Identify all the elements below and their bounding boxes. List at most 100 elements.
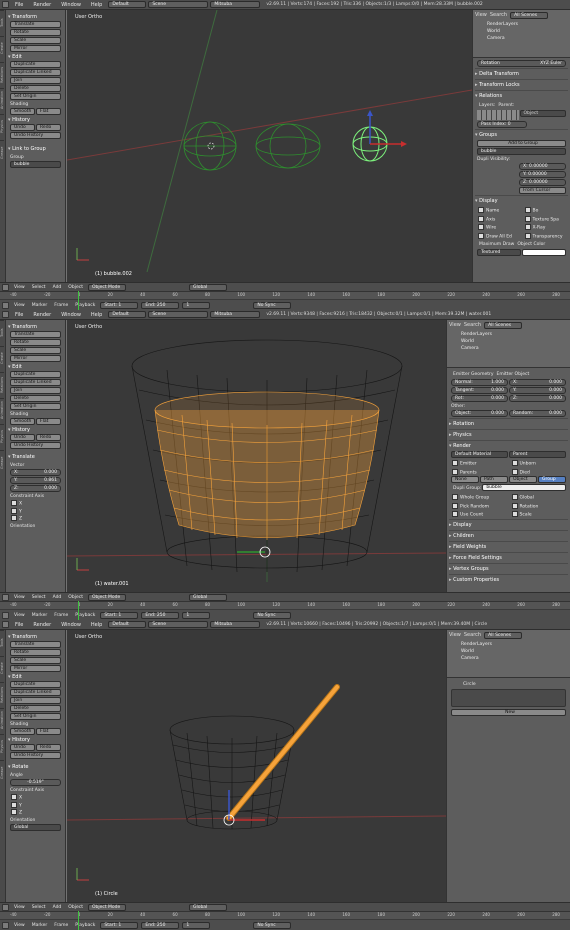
display-texture-space-check[interactable]: Texture Spa — [525, 216, 566, 222]
editor-type-icon[interactable] — [2, 593, 9, 601]
timeline-editor-icon[interactable] — [2, 921, 9, 929]
flat-button[interactable]: Flat — [36, 108, 61, 115]
tl-frame-menu[interactable]: Frame — [52, 923, 70, 928]
link-to-group-panel[interactable]: Link to Group — [8, 145, 63, 153]
outliner-filter[interactable]: All Scenes — [484, 322, 523, 329]
constraint-z-check[interactable]: Z — [11, 809, 60, 816]
constraint-z-check[interactable]: Z — [11, 515, 60, 522]
sync-select[interactable]: No Sync — [253, 611, 292, 619]
end-frame[interactable]: End: 250 — [141, 611, 180, 619]
scale-button[interactable]: Scale — [10, 347, 61, 354]
edit-panel[interactable]: Edit — [8, 363, 63, 371]
delete-button[interactable]: Delete — [10, 705, 61, 712]
duplicate-linked-button[interactable]: Duplicate Linked — [10, 689, 61, 696]
object-menu[interactable]: Object — [66, 595, 85, 600]
tl-frame-menu[interactable]: Frame — [52, 303, 70, 308]
pick-random-check[interactable]: Pick Random — [452, 503, 506, 509]
history-panel[interactable]: History — [8, 116, 63, 124]
vector-x[interactable]: X: 0.000 — [10, 469, 61, 476]
menu-file[interactable]: File — [11, 312, 27, 318]
layer-grid[interactable] — [477, 110, 519, 120]
tl-playback-menu[interactable]: Playback — [73, 923, 97, 928]
timeline-ruler[interactable]: -40 -20 0 20 40 60 80 100 120 140 160 180 200 220 240 2… — [0, 912, 570, 920]
frame-cursor[interactable] — [78, 601, 79, 620]
layout-select[interactable]: Default — [108, 311, 147, 318]
dupli-group-select[interactable]: bubble — [482, 484, 566, 491]
object-color-swatch[interactable] — [522, 249, 566, 256]
vector-z[interactable]: Z: 0.000 — [10, 485, 61, 492]
use-count-check[interactable]: Use Count — [452, 511, 506, 518]
menu-window[interactable]: Window — [57, 2, 85, 8]
render-panel[interactable]: Render — [449, 440, 568, 451]
timeline-editor-icon[interactable] — [2, 301, 9, 309]
duplicate-linked-button[interactable]: Duplicate Linked — [10, 69, 61, 76]
tl-view-menu[interactable]: View — [12, 303, 27, 308]
scale-button[interactable]: Scale — [10, 657, 61, 664]
unborn-check[interactable]: Unborn — [512, 460, 566, 467]
render-none-button[interactable]: None — [451, 476, 479, 483]
scale-button[interactable]: Scale — [10, 37, 61, 44]
add-menu[interactable]: Add — [51, 595, 64, 600]
view-menu[interactable]: View — [12, 285, 27, 290]
add-menu[interactable]: Add — [51, 905, 64, 910]
rotate-button[interactable]: Rotate — [10, 29, 61, 36]
global-check[interactable]: Global — [512, 494, 566, 501]
end-frame[interactable]: End: 250 — [141, 301, 180, 309]
mode-select[interactable]: Object Mode — [87, 593, 126, 601]
blender-icon[interactable] — [2, 1, 9, 8]
translate-operator-panel[interactable]: Translate — [8, 453, 63, 461]
outliner-search-menu[interactable]: Search — [464, 322, 481, 329]
tl-marker-menu[interactable]: Marker — [30, 303, 50, 308]
display-name-check[interactable]: Name — [478, 207, 519, 214]
rot-field[interactable]: Rot: 0.000 — [451, 395, 508, 402]
transform-locks-panel[interactable]: Transform Locks — [475, 79, 568, 90]
emitter-y[interactable]: Y: 0.000 — [509, 387, 566, 394]
mirror-button[interactable]: Mirror — [10, 45, 61, 52]
engine-select[interactable]: Mitsuba — [210, 311, 261, 318]
start-frame[interactable]: Start: 1 — [100, 301, 139, 309]
angle-field[interactable]: -0.519° — [10, 779, 61, 786]
outliner-world[interactable]: World — [461, 648, 568, 655]
duplicate-button[interactable]: Duplicate — [10, 371, 61, 378]
group-name-field[interactable]: bubble — [477, 148, 566, 155]
normal-field[interactable]: Normal: 1.000 — [451, 379, 508, 386]
menu-render[interactable]: Render — [29, 2, 55, 8]
max-draw-select[interactable]: Textured — [477, 249, 521, 256]
timeline-editor-icon[interactable] — [2, 611, 9, 619]
outliner-camera[interactable]: Camera — [487, 35, 568, 42]
group-select[interactable]: bubble — [10, 161, 61, 168]
menu-help[interactable]: Help — [87, 622, 106, 628]
tl-frame-menu[interactable]: Frame — [52, 613, 70, 618]
render-object-button[interactable]: Object — [509, 476, 537, 483]
join-button[interactable]: Join — [10, 77, 61, 84]
undo-button[interactable]: Undo — [10, 124, 35, 131]
render-path-button[interactable]: Path — [480, 476, 508, 483]
smooth-button[interactable]: Smooth — [10, 418, 35, 425]
edit-panel[interactable]: Edit — [8, 53, 63, 61]
view-menu[interactable]: View — [12, 905, 27, 910]
set-origin-button[interactable]: Set Origin — [10, 93, 61, 100]
duplicate-button[interactable]: Duplicate — [10, 61, 61, 68]
object-velocity-field[interactable]: Object: 0.000 — [451, 410, 508, 417]
display-panel[interactable]: Display — [475, 195, 568, 206]
outliner-world[interactable]: World — [461, 338, 568, 345]
mirror-button[interactable]: Mirror — [10, 355, 61, 362]
outliner-view-menu[interactable]: View — [475, 12, 487, 19]
engine-select[interactable]: Mitsuba — [210, 621, 261, 628]
relations-panel[interactable]: Relations — [475, 90, 568, 101]
object-menu[interactable]: Object — [66, 905, 85, 910]
tl-marker-menu[interactable]: Marker — [30, 613, 50, 618]
menu-window[interactable]: Window — [57, 622, 85, 628]
dupli-y[interactable]: Y: 0.00000 — [519, 171, 566, 178]
duplicate-linked-button[interactable]: Duplicate Linked — [10, 379, 61, 386]
outliner-search-menu[interactable]: Search — [464, 632, 481, 639]
scene-select[interactable]: Scene — [148, 621, 209, 628]
orientation-select[interactable]: Global — [188, 903, 227, 911]
blender-icon[interactable] — [2, 311, 9, 318]
orientation-select[interactable]: Global — [188, 283, 227, 291]
physics-panel[interactable]: Physics — [449, 429, 568, 440]
translate-button[interactable]: Translate — [10, 331, 61, 338]
engine-select[interactable]: Mitsuba — [210, 1, 261, 8]
select-menu[interactable]: Select — [30, 595, 48, 600]
outliner-filter[interactable]: All Scenes — [484, 632, 523, 639]
